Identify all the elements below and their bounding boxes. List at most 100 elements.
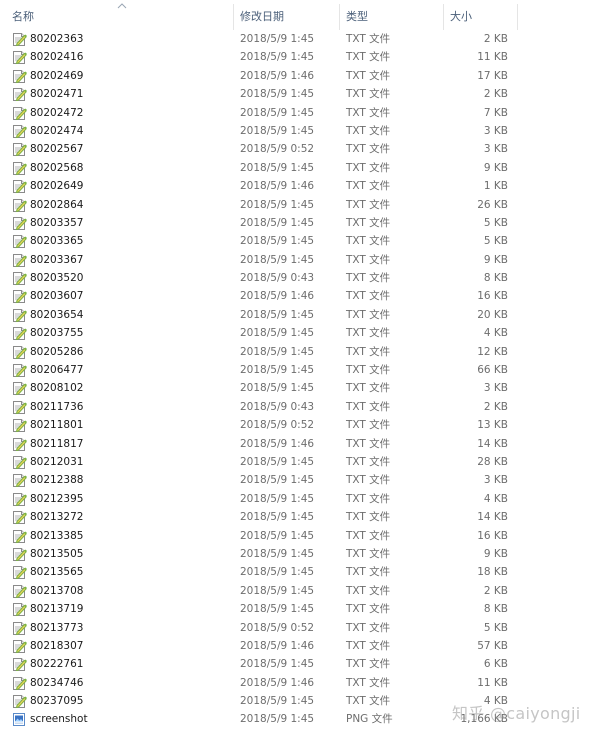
file-row[interactable]: 80213505 2018/5/9 1:45 TXT 文件 9 KB xyxy=(0,545,600,563)
column-header-type[interactable]: 类型 xyxy=(340,0,444,29)
file-name: 80202567 xyxy=(30,143,84,156)
file-type: TXT 文件 xyxy=(346,253,391,266)
column-header-name[interactable]: 名称 xyxy=(6,0,234,29)
column-header-date[interactable]: 修改日期 xyxy=(234,0,340,29)
png-file-icon xyxy=(11,711,27,727)
file-name: 80203367 xyxy=(30,253,84,266)
file-type: TXT 文件 xyxy=(346,529,391,542)
file-row[interactable]: 80202471 2018/5/9 1:45 TXT 文件 2 KB xyxy=(0,85,600,103)
file-row[interactable]: 80203365 2018/5/9 1:45 TXT 文件 5 KB xyxy=(0,232,600,250)
file-row[interactable]: 80213385 2018/5/9 1:45 TXT 文件 16 KB xyxy=(0,527,600,545)
file-row[interactable]: 80202568 2018/5/9 1:45 TXT 文件 9 KB xyxy=(0,159,600,177)
file-modified-date: 2018/5/9 1:45 xyxy=(240,364,315,377)
file-name: 80212388 xyxy=(30,474,84,487)
file-name: 80212395 xyxy=(30,492,84,505)
file-row[interactable]: 80234746 2018/5/9 1:46 TXT 文件 11 KB xyxy=(0,674,600,692)
file-row[interactable]: 80205286 2018/5/9 1:45 TXT 文件 12 KB xyxy=(0,343,600,361)
file-row[interactable]: 80202469 2018/5/9 1:46 TXT 文件 17 KB xyxy=(0,67,600,85)
file-row[interactable]: 80212395 2018/5/9 1:45 TXT 文件 4 KB xyxy=(0,490,600,508)
file-size: 20 KB xyxy=(477,308,508,321)
file-type: TXT 文件 xyxy=(346,511,391,524)
file-modified-date: 2018/5/9 1:45 xyxy=(240,713,315,726)
file-modified-date: 2018/5/9 1:45 xyxy=(240,603,315,616)
txt-file-icon xyxy=(11,583,27,599)
file-modified-date: 2018/5/9 1:45 xyxy=(240,198,315,211)
file-row[interactable]: 80208102 2018/5/9 1:45 TXT 文件 3 KB xyxy=(0,379,600,397)
file-name: 80202363 xyxy=(30,33,84,45)
file-size: 3 KB xyxy=(483,474,508,487)
file-row[interactable]: 80211736 2018/5/9 0:43 TXT 文件 2 KB xyxy=(0,398,600,416)
file-size: 28 KB xyxy=(477,455,508,468)
file-row[interactable]: 80213272 2018/5/9 1:45 TXT 文件 14 KB xyxy=(0,508,600,526)
file-name: 80202568 xyxy=(30,161,84,174)
file-size: 9 KB xyxy=(483,253,508,266)
file-size: 16 KB xyxy=(477,290,508,303)
file-row[interactable]: 80202416 2018/5/9 1:45 TXT 文件 11 KB xyxy=(0,48,600,66)
file-type: TXT 文件 xyxy=(346,400,391,413)
file-type: TXT 文件 xyxy=(346,106,391,119)
file-row[interactable]: 80203654 2018/5/9 1:45 TXT 文件 20 KB xyxy=(0,306,600,324)
file-size: 14 KB xyxy=(477,437,508,450)
file-rows: 80202363 2018/5/9 1:45 TXT 文件 2 KB 80202416 2… xyxy=(0,30,600,729)
file-row[interactable]: 80237095 2018/5/9 1:45 TXT 文件 4 KB xyxy=(0,692,600,710)
file-size: 3 KB xyxy=(483,124,508,137)
txt-file-icon xyxy=(11,656,27,672)
file-row[interactable]: 80213708 2018/5/9 1:45 TXT 文件 2 KB xyxy=(0,582,600,600)
txt-file-icon xyxy=(11,197,27,213)
file-modified-date: 2018/5/9 1:46 xyxy=(240,290,315,303)
file-size: 16 KB xyxy=(477,529,508,542)
file-row[interactable]: 80211801 2018/5/9 0:52 TXT 文件 13 KB xyxy=(0,416,600,434)
file-modified-date: 2018/5/9 1:45 xyxy=(240,235,315,248)
file-row[interactable]: 80203755 2018/5/9 1:45 TXT 文件 4 KB xyxy=(0,324,600,342)
file-row[interactable]: 80202567 2018/5/9 0:52 TXT 文件 3 KB xyxy=(0,140,600,158)
file-modified-date: 2018/5/9 0:52 xyxy=(240,621,315,634)
file-size: 9 KB xyxy=(483,161,508,174)
file-row[interactable]: 80202649 2018/5/9 1:46 TXT 文件 1 KB xyxy=(0,177,600,195)
file-modified-date: 2018/5/9 0:43 xyxy=(240,400,315,413)
txt-file-icon xyxy=(11,472,27,488)
file-row[interactable]: 80211817 2018/5/9 1:46 TXT 文件 14 KB xyxy=(0,435,600,453)
file-name: 80206477 xyxy=(30,364,84,377)
file-modified-date: 2018/5/9 1:46 xyxy=(240,69,315,82)
file-row[interactable]: 80206477 2018/5/9 1:45 TXT 文件 66 KB xyxy=(0,361,600,379)
file-row[interactable]: 80203367 2018/5/9 1:45 TXT 文件 9 KB xyxy=(0,251,600,269)
file-type: TXT 文件 xyxy=(346,621,391,634)
file-size: 1,166 KB xyxy=(460,713,509,726)
column-divider[interactable] xyxy=(517,4,518,30)
file-type: TXT 文件 xyxy=(346,584,391,597)
file-type: TXT 文件 xyxy=(346,437,391,450)
file-modified-date: 2018/5/9 1:45 xyxy=(240,345,315,358)
file-row[interactable]: 80212031 2018/5/9 1:45 TXT 文件 28 KB xyxy=(0,453,600,471)
file-row[interactable]: 80203520 2018/5/9 0:43 TXT 文件 8 KB xyxy=(0,269,600,287)
file-name: 80213505 xyxy=(30,547,84,560)
file-row[interactable]: 80203607 2018/5/9 1:46 TXT 文件 16 KB xyxy=(0,287,600,305)
file-row[interactable]: 80213719 2018/5/9 1:45 TXT 文件 8 KB xyxy=(0,600,600,618)
file-name: 80211817 xyxy=(30,437,84,450)
file-row[interactable]: 80202474 2018/5/9 1:45 TXT 文件 3 KB xyxy=(0,122,600,140)
txt-file-icon xyxy=(11,399,27,415)
file-row[interactable]: 80202472 2018/5/9 1:45 TXT 文件 7 KB xyxy=(0,104,600,122)
file-row[interactable]: 80203357 2018/5/9 1:45 TXT 文件 5 KB xyxy=(0,214,600,232)
file-row[interactable]: 80213565 2018/5/9 1:45 TXT 文件 18 KB xyxy=(0,563,600,581)
file-size: 4 KB xyxy=(483,695,508,708)
file-name: 80212031 xyxy=(30,455,84,468)
file-row[interactable]: screenshot 2018/5/9 1:45 PNG 文件 1,166 KB xyxy=(0,710,600,728)
file-modified-date: 2018/5/9 1:45 xyxy=(240,566,315,579)
file-modified-date: 2018/5/9 1:45 xyxy=(240,382,315,395)
file-row[interactable]: 80202363 2018/5/9 1:45 TXT 文件 2 KB xyxy=(0,30,600,48)
file-row[interactable]: 80218307 2018/5/9 1:46 TXT 文件 57 KB xyxy=(0,637,600,655)
file-modified-date: 2018/5/9 1:45 xyxy=(240,658,315,671)
column-header-size[interactable]: 大小 xyxy=(444,0,518,29)
file-modified-date: 2018/5/9 1:45 xyxy=(240,492,315,505)
file-row[interactable]: 80222761 2018/5/9 1:45 TXT 文件 6 KB xyxy=(0,655,600,673)
file-type: TXT 文件 xyxy=(346,676,391,689)
file-size: 4 KB xyxy=(483,492,508,505)
file-row[interactable]: 80212388 2018/5/9 1:45 TXT 文件 3 KB xyxy=(0,471,600,489)
file-size: 2 KB xyxy=(483,584,508,597)
file-type: TXT 文件 xyxy=(346,419,391,432)
file-name: 80202649 xyxy=(30,180,84,193)
file-type: PNG 文件 xyxy=(346,713,393,726)
file-row[interactable]: 80213773 2018/5/9 0:52 TXT 文件 5 KB xyxy=(0,619,600,637)
file-row[interactable]: 80202864 2018/5/9 1:45 TXT 文件 26 KB xyxy=(0,196,600,214)
file-name: 80203607 xyxy=(30,290,84,303)
